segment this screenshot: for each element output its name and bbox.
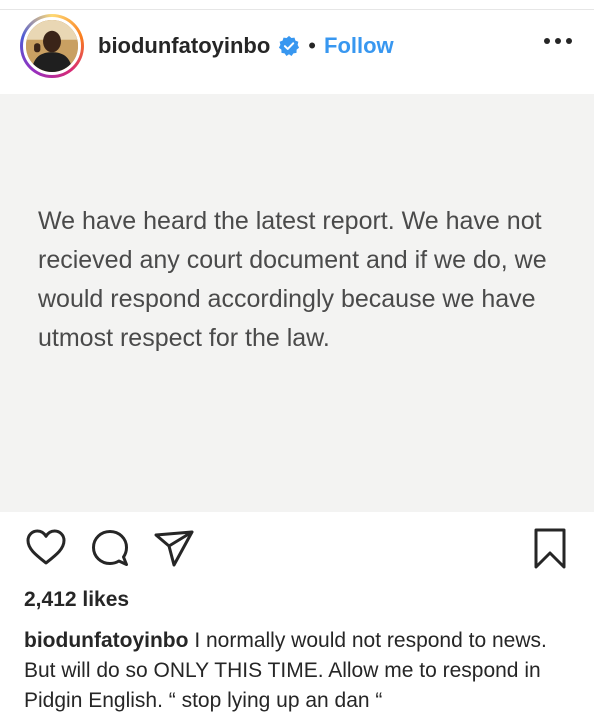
save-button[interactable] — [528, 526, 572, 570]
separator-dot: • — [308, 33, 316, 58]
avatar-story-ring[interactable] — [20, 14, 84, 78]
like-button[interactable] — [24, 526, 68, 570]
caption-username[interactable]: biodunfatoyinbo — [24, 629, 188, 652]
avatar[interactable] — [23, 17, 81, 75]
send-icon — [154, 530, 194, 567]
post-username[interactable]: biodunfatoyinbo — [98, 33, 270, 59]
more-dot — [555, 38, 561, 44]
post-header: biodunfatoyinbo • Follow — [0, 10, 594, 82]
post-image[interactable]: We have heard the latest report. We have… — [0, 94, 594, 512]
heart-icon — [26, 529, 66, 565]
comment-button[interactable] — [88, 526, 132, 570]
more-dot — [544, 38, 550, 44]
likes-count[interactable]: 2,412 likes — [24, 588, 129, 612]
post-caption: biodunfatoyinbo I normally would not res… — [24, 626, 574, 716]
bookmark-icon — [534, 528, 566, 569]
top-border — [0, 0, 594, 10]
action-bar — [0, 526, 594, 576]
share-button[interactable] — [152, 526, 196, 570]
verified-badge-icon — [279, 35, 300, 56]
comment-icon — [92, 530, 128, 566]
follow-button[interactable]: Follow — [324, 33, 394, 59]
more-dot — [566, 38, 572, 44]
post-image-text: We have heard the latest report. We have… — [38, 207, 547, 352]
more-options-icon[interactable] — [544, 38, 572, 44]
